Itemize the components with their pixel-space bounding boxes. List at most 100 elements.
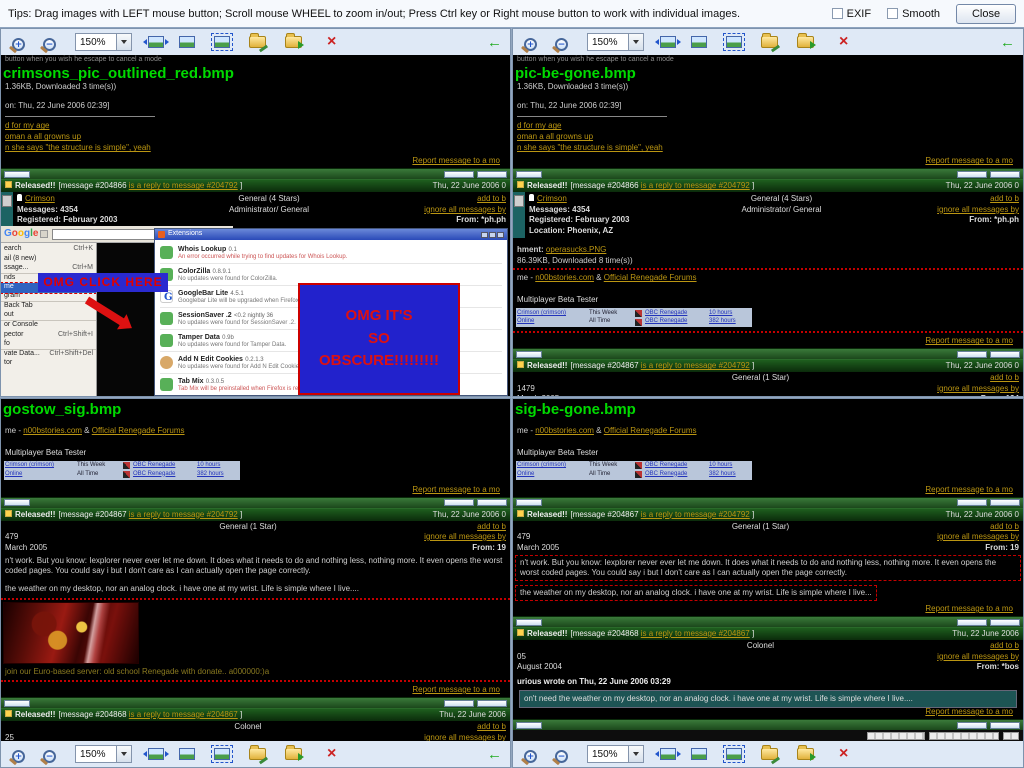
post-toolbar-button[interactable] bbox=[516, 722, 542, 729]
reply-link[interactable]: is a reply to message #204792 bbox=[129, 510, 238, 519]
menu-item[interactable]: tor bbox=[1, 359, 96, 369]
quoted-link[interactable]: oman a all growns up bbox=[5, 132, 81, 142]
zoom-level-select[interactable]: 150% bbox=[75, 745, 132, 763]
post-toolbar-button[interactable] bbox=[477, 499, 507, 506]
post-toolbar-button[interactable] bbox=[4, 499, 30, 506]
zoom-out-icon[interactable]: − bbox=[40, 746, 58, 763]
fit-to-screen-icon[interactable] bbox=[726, 36, 742, 48]
reply-link[interactable]: is a reply to message #204792 bbox=[129, 181, 238, 190]
post-toolbar-button[interactable] bbox=[957, 722, 987, 729]
image-bottom-left[interactable]: gostow_sig.bmp me - n00bstories.com & Of… bbox=[1, 399, 510, 741]
edit-image-icon[interactable] bbox=[249, 36, 266, 48]
actual-size-icon[interactable] bbox=[179, 748, 195, 760]
attachment-link[interactable]: operasucks.PNG bbox=[546, 245, 606, 254]
n00bstories-link[interactable]: n00bstories.com bbox=[535, 426, 594, 435]
smooth-checkbox[interactable] bbox=[887, 8, 898, 19]
post-toolbar-button[interactable] bbox=[516, 351, 542, 358]
fit-to-screen-icon[interactable] bbox=[214, 36, 230, 48]
ignore-link[interactable]: ignore all messages by bbox=[854, 384, 1019, 395]
add-to-buddy-link[interactable]: add to b bbox=[341, 722, 506, 733]
post-toolbar-button[interactable] bbox=[957, 351, 987, 358]
actual-size-icon[interactable] bbox=[691, 748, 707, 760]
zoom-in-icon[interactable]: + bbox=[9, 34, 27, 51]
edit-image-icon[interactable] bbox=[249, 748, 266, 760]
n00bstories-link[interactable]: n00bstories.com bbox=[535, 273, 594, 282]
post-toolbar-button[interactable] bbox=[990, 171, 1020, 178]
footer-button[interactable] bbox=[867, 732, 925, 740]
post-toolbar-button[interactable] bbox=[477, 700, 507, 707]
add-to-buddy-link[interactable]: add to b bbox=[854, 641, 1019, 652]
footer-button[interactable] bbox=[1003, 732, 1019, 740]
post-toolbar-button[interactable] bbox=[957, 171, 987, 178]
actual-size-icon[interactable] bbox=[179, 36, 195, 48]
username-link[interactable]: Crimson bbox=[25, 194, 55, 203]
image-top-right[interactable]: button when you wish he escape to cancel… bbox=[513, 55, 1023, 396]
reply-link[interactable]: is a reply to message #204867 bbox=[129, 710, 238, 719]
post-toolbar-button[interactable] bbox=[957, 499, 987, 506]
extension-item[interactable]: Whois Lookup 0.1 An error occurred while… bbox=[160, 242, 502, 264]
reply-link[interactable]: is a reply to message #204792 bbox=[641, 510, 750, 519]
zoom-level-select[interactable]: 150% bbox=[587, 745, 644, 763]
report-link[interactable]: Report message to a mo bbox=[412, 685, 500, 694]
zoom-out-icon[interactable]: − bbox=[40, 34, 58, 51]
close-image-icon[interactable]: × bbox=[327, 746, 336, 762]
menu-item[interactable]: pector Ctrl+Shift+I bbox=[1, 331, 96, 341]
post-toolbar-button[interactable] bbox=[516, 499, 542, 506]
quoted-link[interactable]: d for my age bbox=[517, 121, 561, 131]
quoted-link[interactable]: oman a all growns up bbox=[517, 132, 593, 142]
menu-item[interactable]: ail (8 new) bbox=[1, 255, 96, 265]
fit-to-window-icon[interactable] bbox=[148, 36, 164, 48]
report-link[interactable]: Report message to a mo bbox=[412, 485, 500, 494]
quoted-link[interactable]: n she says "the structure is simple", ye… bbox=[517, 143, 663, 153]
ignore-link[interactable]: ignore all messages by bbox=[854, 652, 1019, 663]
post-toolbar-button[interactable] bbox=[516, 171, 542, 178]
reply-link[interactable]: is a reply to message #204867 bbox=[641, 629, 750, 638]
smooth-checkbox-group[interactable]: Smooth bbox=[887, 8, 940, 20]
save-image-icon[interactable] bbox=[285, 748, 302, 760]
zoom-dropdown-arrow-icon[interactable] bbox=[628, 34, 643, 50]
report-link[interactable]: Report message to a mo bbox=[925, 707, 1013, 716]
menu-item[interactable]: earch Ctrl+K bbox=[1, 245, 96, 255]
ignore-link[interactable]: ignore all messages by bbox=[341, 733, 506, 742]
menu-item[interactable]: out bbox=[1, 312, 96, 322]
post-toolbar-button[interactable] bbox=[957, 619, 987, 626]
prev-image-icon[interactable]: ← bbox=[1000, 34, 1015, 51]
footer-button[interactable] bbox=[929, 732, 999, 740]
edit-image-icon[interactable] bbox=[761, 748, 778, 760]
zoom-level-select[interactable]: 150% bbox=[75, 33, 132, 51]
reply-link[interactable]: is a reply to message #204792 bbox=[641, 361, 750, 370]
quoted-link[interactable]: n she says "the structure is simple", ye… bbox=[5, 143, 151, 153]
zoom-dropdown-arrow-icon[interactable] bbox=[116, 746, 131, 762]
zoom-out-icon[interactable]: − bbox=[552, 746, 570, 763]
add-to-buddy-link[interactable]: add to b bbox=[341, 522, 506, 533]
n00bstories-link[interactable]: n00bstories.com bbox=[23, 426, 82, 435]
close-image-icon[interactable]: × bbox=[839, 746, 848, 762]
fit-to-window-icon[interactable] bbox=[660, 748, 676, 760]
ignore-link[interactable]: ignore all messages by bbox=[356, 205, 506, 216]
report-link[interactable]: Report message to a mo bbox=[925, 156, 1013, 165]
post-toolbar-button[interactable] bbox=[4, 171, 30, 178]
report-link[interactable]: Report message to a mo bbox=[925, 485, 1013, 494]
report-link[interactable]: Report message to a mo bbox=[925, 604, 1013, 613]
post-toolbar-button[interactable] bbox=[990, 619, 1020, 626]
menu-item[interactable]: fo bbox=[1, 340, 96, 350]
reply-link[interactable]: is a reply to message #204792 bbox=[641, 181, 750, 190]
google-dropdown-icon[interactable] bbox=[40, 230, 48, 238]
post-toolbar-button[interactable] bbox=[990, 499, 1020, 506]
post-toolbar-button[interactable] bbox=[444, 171, 474, 178]
ignore-link[interactable]: ignore all messages by bbox=[869, 205, 1019, 216]
save-image-icon[interactable] bbox=[797, 36, 814, 48]
renegade-forums-link[interactable]: Official Renegade Forums bbox=[92, 426, 185, 435]
image-top-left[interactable]: button when you wish he escape to cancel… bbox=[1, 55, 510, 396]
post-toolbar-button[interactable] bbox=[516, 619, 542, 626]
add-to-buddy-link[interactable]: add to b bbox=[356, 194, 506, 205]
close-button[interactable]: Close bbox=[956, 4, 1016, 24]
zoom-in-icon[interactable]: + bbox=[521, 34, 539, 51]
save-image-icon[interactable] bbox=[797, 748, 814, 760]
post-toolbar-button[interactable] bbox=[990, 351, 1020, 358]
zoom-out-icon[interactable]: − bbox=[552, 34, 570, 51]
save-image-icon[interactable] bbox=[285, 36, 302, 48]
fit-to-screen-icon[interactable] bbox=[214, 748, 230, 760]
ignore-link[interactable]: ignore all messages by bbox=[341, 532, 506, 543]
maximize-icon[interactable] bbox=[489, 232, 496, 238]
